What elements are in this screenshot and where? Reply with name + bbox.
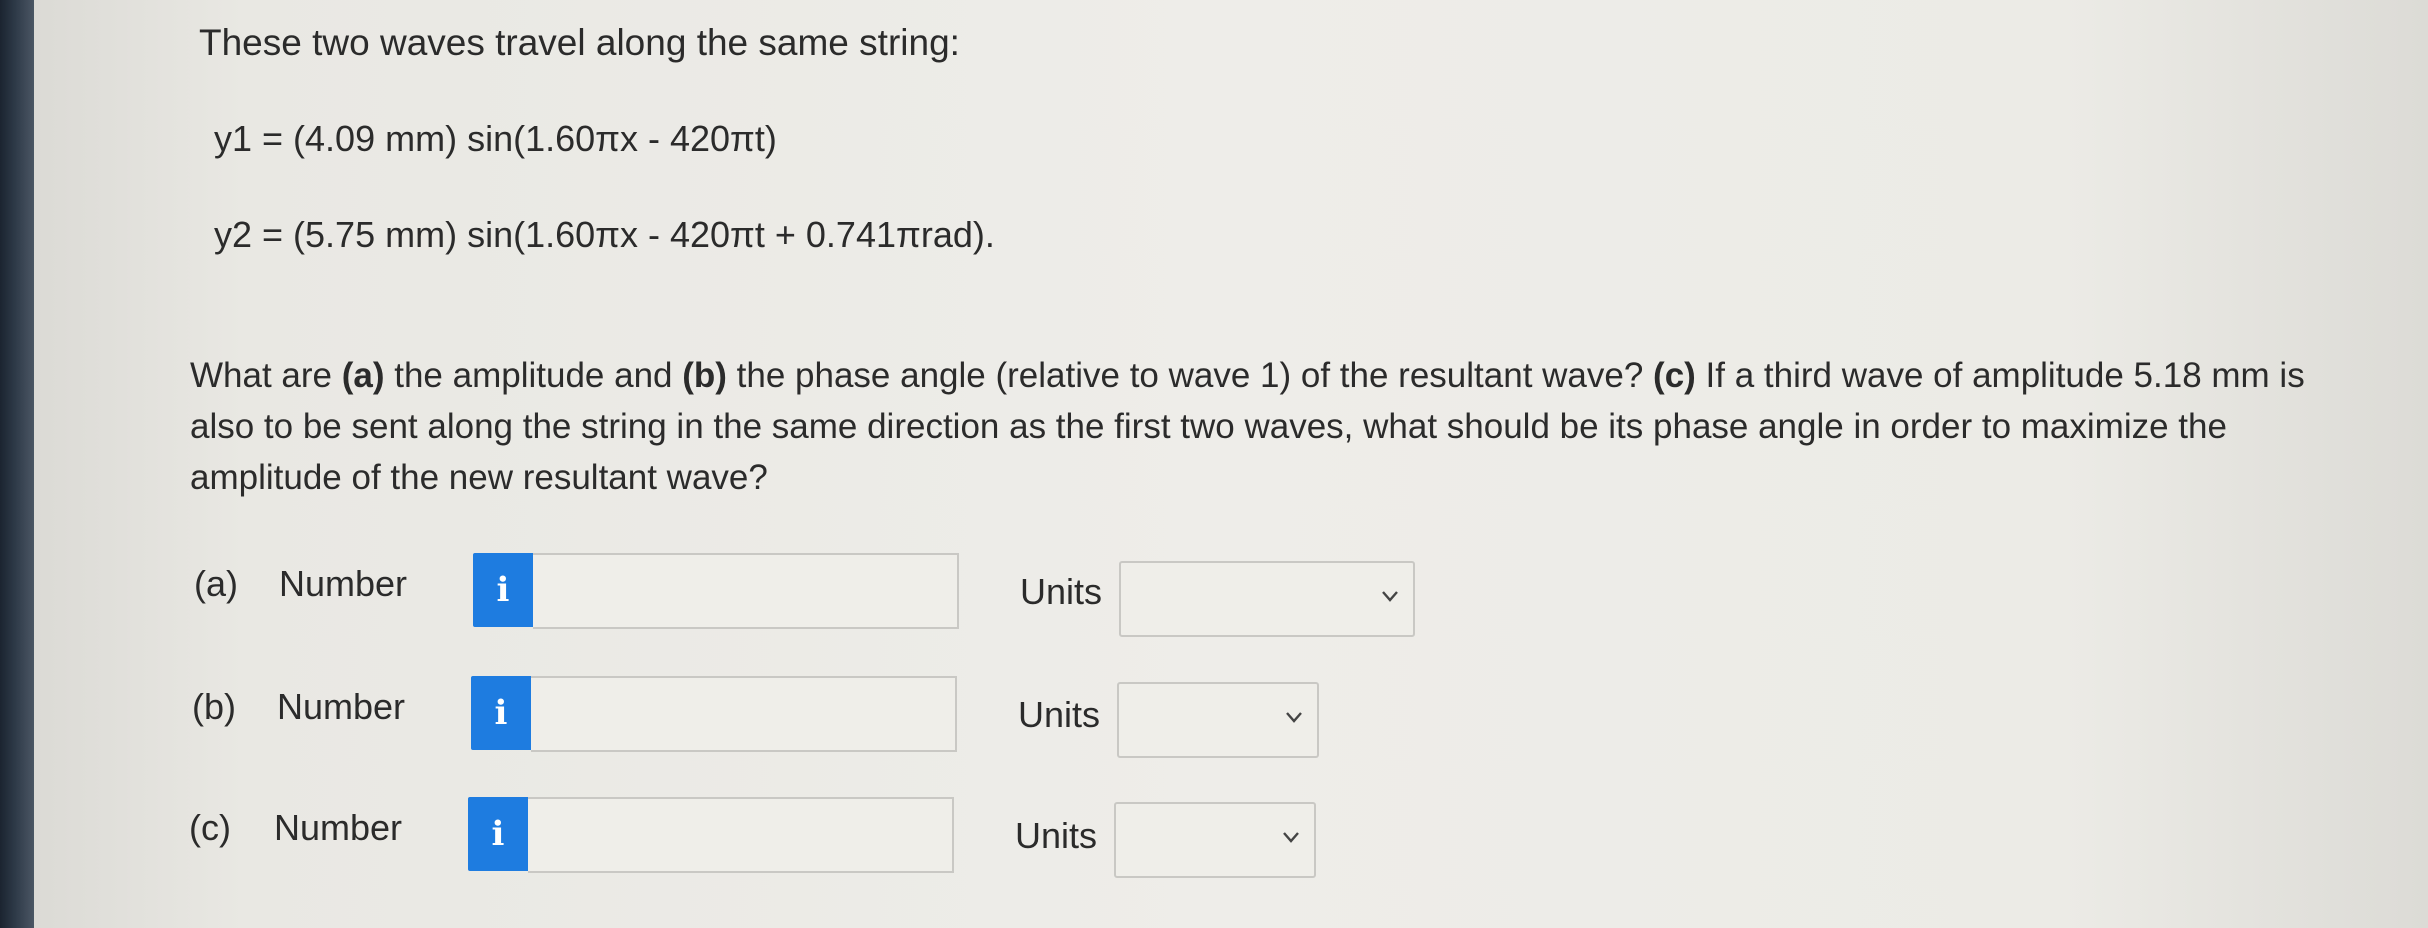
question-text-part: What are (190, 356, 342, 395)
part-label-a: (a) (194, 563, 238, 604)
part-label-c: (c) (189, 807, 231, 848)
units-label-a: Units (1020, 571, 1103, 612)
units-select-c[interactable] (1114, 802, 1316, 878)
question-intro: These two waves travel along the same st… (199, 22, 960, 63)
number-label-a: Number (279, 563, 408, 604)
info-icon[interactable]: i (473, 553, 533, 627)
equation-wave-2: y2 = (5.75 mm) sin(1.60πx - 420πt + 0.74… (214, 214, 995, 255)
question-text: What are (a) the amplitude and (b) the p… (190, 350, 2350, 503)
info-icon[interactable]: i (468, 797, 528, 871)
question-text-part: the amplitude and (384, 356, 683, 395)
number-input-a[interactable] (533, 553, 959, 629)
question-text-part: the phase angle (relative to wave 1) of … (726, 356, 1654, 395)
number-input-c[interactable] (528, 797, 954, 873)
screen-bezel (0, 0, 34, 928)
part-label-b: (b) (192, 686, 236, 727)
part-b-marker: (b) (682, 356, 727, 395)
units-label-c: Units (1015, 815, 1098, 856)
units-select-b[interactable] (1117, 682, 1319, 758)
chevron-down-icon (1280, 826, 1302, 848)
equation-wave-1: y1 = (4.09 mm) sin(1.60πx - 420πt) (214, 118, 777, 159)
part-c-marker: (c) (1653, 356, 1696, 395)
chevron-down-icon (1283, 706, 1305, 728)
info-icon[interactable]: i (471, 676, 531, 750)
units-label-b: Units (1018, 694, 1101, 735)
part-a-marker: (a) (341, 356, 385, 395)
number-label-b: Number (277, 686, 406, 727)
question-page: These two waves travel along the same st… (34, 0, 2428, 928)
units-select-a[interactable] (1119, 561, 1415, 637)
chevron-down-icon (1379, 585, 1401, 607)
number-label-c: Number (274, 807, 403, 848)
number-input-b[interactable] (531, 676, 957, 752)
